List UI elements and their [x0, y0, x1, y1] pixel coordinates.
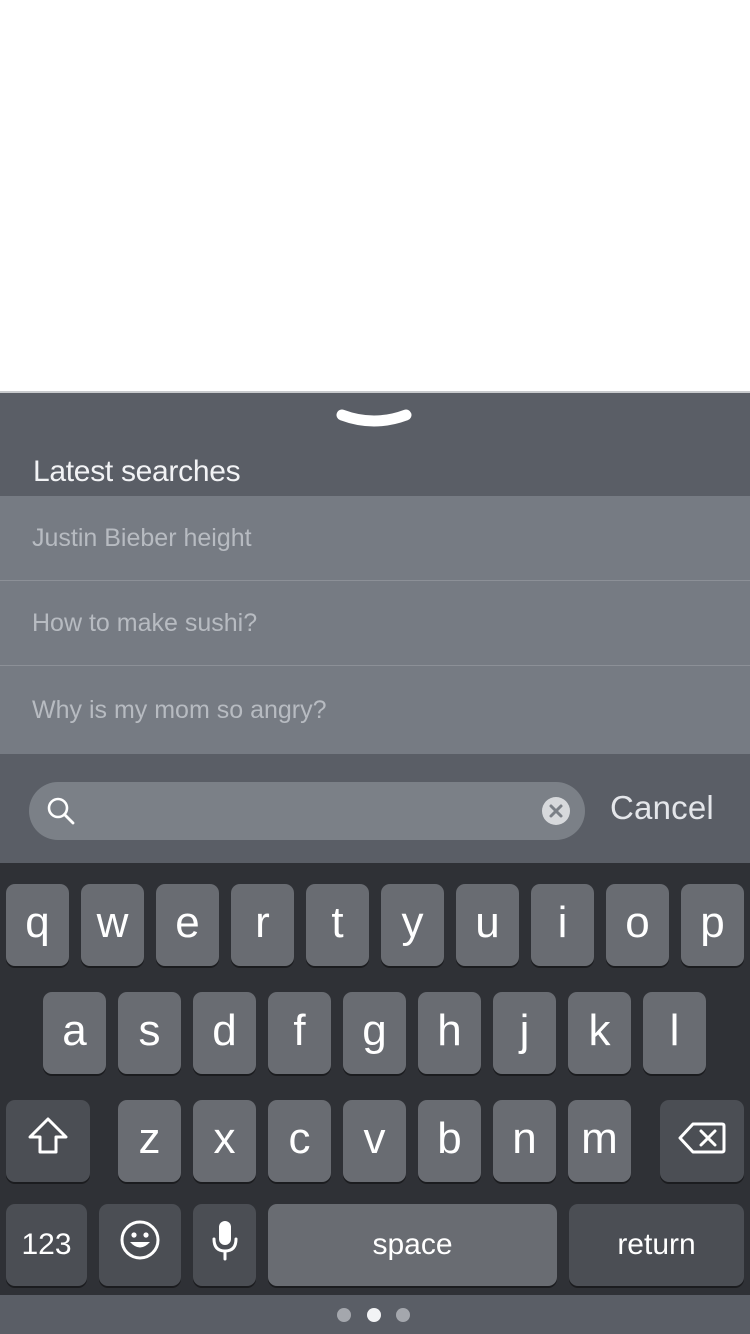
key-label: s	[138, 1006, 161, 1055]
search-sheet: Latest searches Justin Bieber height How…	[0, 393, 750, 1334]
shift-key[interactable]	[6, 1100, 90, 1182]
key-label: f	[293, 1006, 306, 1055]
return-key[interactable]: return	[569, 1204, 744, 1286]
key-label: n	[512, 1114, 537, 1163]
microphone-icon	[210, 1218, 240, 1273]
key-label: e	[175, 898, 200, 947]
key-p[interactable]: p	[681, 884, 744, 966]
page-dot[interactable]	[337, 1308, 351, 1322]
key-label: c	[288, 1114, 311, 1163]
chevron-down-icon[interactable]	[336, 407, 412, 435]
search-icon	[45, 795, 77, 827]
key-u[interactable]: u	[456, 884, 519, 966]
keyboard: q w e r t y u i o p a s d f g h j k l z …	[0, 863, 750, 1295]
key-s[interactable]: s	[118, 992, 181, 1074]
key-label: y	[401, 898, 424, 947]
key-d[interactable]: d	[193, 992, 256, 1074]
list-item[interactable]: How to make sushi?	[0, 581, 750, 666]
shift-icon	[27, 1116, 69, 1167]
key-g[interactable]: g	[343, 992, 406, 1074]
key-l[interactable]: l	[643, 992, 706, 1074]
key-f[interactable]: f	[268, 992, 331, 1074]
delete-key[interactable]	[660, 1100, 744, 1182]
page-dot[interactable]	[396, 1308, 410, 1322]
key-w[interactable]: w	[81, 884, 144, 966]
screen: Latest searches Justin Bieber height How…	[0, 0, 750, 1334]
clear-icon[interactable]	[541, 796, 571, 826]
numbers-key[interactable]: 123	[6, 1204, 87, 1286]
key-y[interactable]: y	[381, 884, 444, 966]
key-x[interactable]: x	[193, 1100, 256, 1182]
key-label: b	[437, 1114, 462, 1163]
key-o[interactable]: o	[606, 884, 669, 966]
key-q[interactable]: q	[6, 884, 69, 966]
key-label: m	[581, 1114, 618, 1163]
key-c[interactable]: c	[268, 1100, 331, 1182]
key-z[interactable]: z	[118, 1100, 181, 1182]
key-label: x	[213, 1114, 236, 1163]
key-label: g	[362, 1006, 387, 1055]
search-input[interactable]	[89, 792, 543, 832]
key-label: i	[557, 898, 568, 947]
key-j[interactable]: j	[493, 992, 556, 1074]
recent-search-list: Justin Bieber height How to make sushi? …	[0, 496, 750, 754]
key-label: space	[372, 1228, 453, 1261]
key-label: a	[62, 1006, 87, 1055]
key-e[interactable]: e	[156, 884, 219, 966]
list-item[interactable]: Justin Bieber height	[0, 496, 750, 581]
key-i[interactable]: i	[531, 884, 594, 966]
key-label: r	[255, 898, 270, 947]
emoji-icon	[119, 1219, 161, 1272]
backspace-icon	[678, 1116, 726, 1166]
key-label: return	[617, 1228, 696, 1261]
key-label: v	[363, 1114, 386, 1163]
key-label: t	[331, 898, 344, 947]
latest-searches-title: Latest searches	[33, 455, 241, 488]
key-a[interactable]: a	[43, 992, 106, 1074]
search-bar: Cancel	[0, 755, 750, 863]
content-area	[0, 0, 750, 393]
key-label: z	[138, 1114, 161, 1163]
key-label: k	[588, 1006, 611, 1055]
emoji-key[interactable]	[99, 1204, 181, 1286]
key-label: o	[625, 898, 650, 947]
key-m[interactable]: m	[568, 1100, 631, 1182]
list-item[interactable]: Why is my mom so angry?	[0, 666, 750, 754]
key-v[interactable]: v	[343, 1100, 406, 1182]
key-t[interactable]: t	[306, 884, 369, 966]
cancel-button[interactable]: Cancel	[610, 789, 714, 827]
page-dot-active[interactable]	[367, 1308, 381, 1322]
key-label: q	[25, 898, 50, 947]
key-label: j	[519, 1006, 530, 1055]
key-label: l	[669, 1006, 680, 1055]
key-label: p	[700, 898, 725, 947]
key-label: w	[96, 898, 129, 947]
key-r[interactable]: r	[231, 884, 294, 966]
key-label: d	[212, 1006, 237, 1055]
search-field[interactable]	[29, 782, 585, 840]
dictation-key[interactable]	[193, 1204, 256, 1286]
key-label: u	[475, 898, 500, 947]
key-label: 123	[21, 1228, 72, 1261]
key-label: h	[437, 1006, 462, 1055]
key-n[interactable]: n	[493, 1100, 556, 1182]
page-indicator	[0, 1295, 750, 1334]
key-k[interactable]: k	[568, 992, 631, 1074]
space-key[interactable]: space	[268, 1204, 557, 1286]
key-b[interactable]: b	[418, 1100, 481, 1182]
key-h[interactable]: h	[418, 992, 481, 1074]
